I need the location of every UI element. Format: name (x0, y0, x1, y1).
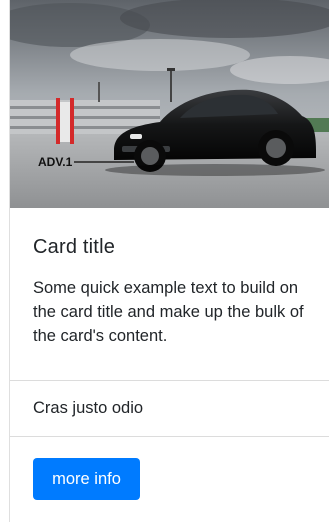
list-item: Cras justo odio (33, 399, 144, 417)
image-logo: ADV.1 (38, 155, 73, 169)
more-info-button[interactable]: more info (33, 458, 140, 500)
card-image: ADV.1 (10, 0, 329, 208)
card-text: Some quick example text to build on the … (33, 279, 304, 345)
card-title: Card title (33, 236, 116, 258)
card: ADV.1 Card title Some quick example text… (9, 0, 329, 522)
card-body: Card title Some quick example text to bu… (10, 208, 329, 380)
list-divider-bottom (10, 436, 329, 437)
list-divider-top (10, 380, 329, 381)
